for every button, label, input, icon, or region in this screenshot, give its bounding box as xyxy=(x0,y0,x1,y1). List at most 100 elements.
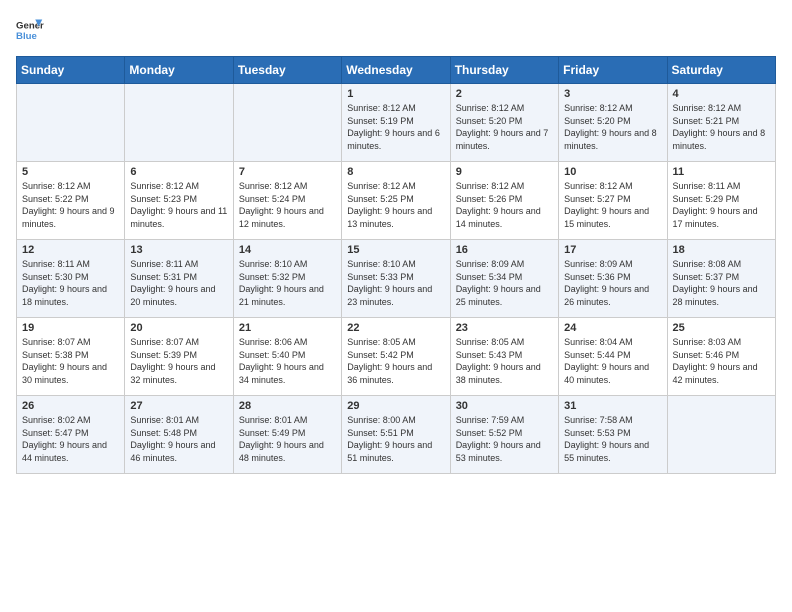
day-number: 2 xyxy=(456,88,553,100)
weekday-header: Thursday xyxy=(450,57,558,84)
calendar-cell: 25 Sunrise: 8:03 AMSunset: 5:46 PMDayligh… xyxy=(667,318,775,396)
day-number: 23 xyxy=(456,322,553,334)
calendar-cell: 7Sunrise: 8:12 AMSunset: 5:24 PMDaylight… xyxy=(233,162,341,240)
day-number: 31 xyxy=(564,400,661,412)
calendar-cell: 9Sunrise: 8:12 AMSunset: 5:26 PMDaylight… xyxy=(450,162,558,240)
calendar-cell: 30Sunrise: 7:59 AMSunset: 5:52 PMDayligh… xyxy=(450,396,558,474)
day-number: 6 xyxy=(130,166,227,178)
calendar-cell: 15 Sunrise: 8:10 AMSunset: 5:33 PMDayligh… xyxy=(342,240,450,318)
day-number: 7 xyxy=(239,166,336,178)
weekday-header: Tuesday xyxy=(233,57,341,84)
weekday-header: Sunday xyxy=(17,57,125,84)
day-number: 21 xyxy=(239,322,336,334)
calendar-cell xyxy=(667,396,775,474)
day-number: 13 xyxy=(130,244,227,256)
calendar-cell: 17 Sunrise: 8:09 AMSunset: 5:36 PMDayligh… xyxy=(559,240,667,318)
calendar-cell: 14 Sunrise: 8:10 AMSunset: 5:32 PMDayligh… xyxy=(233,240,341,318)
day-info: Sunrise: 8:12 AMSunset: 5:27 PMDaylight:… xyxy=(564,180,661,230)
day-number: 27 xyxy=(130,400,227,412)
day-info: Sunrise: 8:02 AMSunset: 5:47 PMDaylight:… xyxy=(22,414,119,464)
logo: General Blue xyxy=(16,16,44,44)
day-info: Sunrise: 8:06 AMSunset: 5:40 PMDaylight:… xyxy=(239,336,336,386)
day-number: 17 xyxy=(564,244,661,256)
day-info: Sunrise: 8:12 AMSunset: 5:22 PMDaylight:… xyxy=(22,180,119,230)
day-number: 19 xyxy=(22,322,119,334)
calendar-cell: 27 Sunrise: 8:01 AMSunset: 5:48 PMDayligh… xyxy=(125,396,233,474)
day-info: Sunrise: 8:07 AMSunset: 5:38 PMDaylight:… xyxy=(22,336,119,386)
calendar-cell: 5 Sunrise: 8:12 AMSunset: 5:22 PMDaylight… xyxy=(17,162,125,240)
weekday-header: Monday xyxy=(125,57,233,84)
header: General Blue xyxy=(16,16,776,44)
calendar-cell: 10 Sunrise: 8:12 AMSunset: 5:27 PMDayligh… xyxy=(559,162,667,240)
calendar-cell: 29Sunrise: 8:00 AMSunset: 5:51 PMDayligh… xyxy=(342,396,450,474)
day-info: Sunrise: 8:01 AMSunset: 5:48 PMDaylight:… xyxy=(130,414,227,464)
day-number: 28 xyxy=(239,400,336,412)
calendar-cell: 13 Sunrise: 8:11 AMSunset: 5:31 PMDayligh… xyxy=(125,240,233,318)
day-info: Sunrise: 8:11 AMSunset: 5:31 PMDaylight:… xyxy=(130,258,227,308)
day-info: Sunrise: 8:10 AMSunset: 5:33 PMDaylight:… xyxy=(347,258,444,308)
day-info: Sunrise: 8:03 AMSunset: 5:46 PMDaylight:… xyxy=(673,336,770,386)
calendar-cell: 20Sunrise: 8:07 AMSunset: 5:39 PMDayligh… xyxy=(125,318,233,396)
day-number: 25 xyxy=(673,322,770,334)
calendar-cell: 23 Sunrise: 8:05 AMSunset: 5:43 PMDayligh… xyxy=(450,318,558,396)
day-info: Sunrise: 8:09 AMSunset: 5:34 PMDaylight:… xyxy=(456,258,553,308)
calendar-cell: 16 Sunrise: 8:09 AMSunset: 5:34 PMDayligh… xyxy=(450,240,558,318)
day-info: Sunrise: 7:59 AMSunset: 5:52 PMDaylight:… xyxy=(456,414,553,464)
day-number: 8 xyxy=(347,166,444,178)
calendar-cell: 1Sunrise: 8:12 AMSunset: 5:19 PMDaylight… xyxy=(342,84,450,162)
day-info: Sunrise: 8:09 AMSunset: 5:36 PMDaylight:… xyxy=(564,258,661,308)
calendar-cell xyxy=(233,84,341,162)
weekday-header: Friday xyxy=(559,57,667,84)
calendar-week-row: 19 Sunrise: 8:07 AMSunset: 5:38 PMDayligh… xyxy=(17,318,776,396)
day-info: Sunrise: 8:08 AMSunset: 5:37 PMDaylight:… xyxy=(673,258,770,308)
day-number: 18 xyxy=(673,244,770,256)
day-number: 9 xyxy=(456,166,553,178)
day-info: Sunrise: 8:12 AMSunset: 5:20 PMDaylight:… xyxy=(564,102,661,152)
day-info: Sunrise: 8:05 AMSunset: 5:43 PMDaylight:… xyxy=(456,336,553,386)
day-number: 11 xyxy=(673,166,770,178)
calendar-cell: 31 Sunrise: 7:58 AMSunset: 5:53 PMDayligh… xyxy=(559,396,667,474)
calendar-cell: 21 Sunrise: 8:06 AMSunset: 5:40 PMDayligh… xyxy=(233,318,341,396)
day-info: Sunrise: 8:12 AMSunset: 5:20 PMDaylight:… xyxy=(456,102,553,152)
calendar-cell: 28 Sunrise: 8:01 AMSunset: 5:49 PMDayligh… xyxy=(233,396,341,474)
day-number: 10 xyxy=(564,166,661,178)
calendar-cell: 4 Sunrise: 8:12 AMSunset: 5:21 PMDaylight… xyxy=(667,84,775,162)
calendar: SundayMondayTuesdayWednesdayThursdayFrid… xyxy=(16,56,776,474)
day-info: Sunrise: 8:12 AMSunset: 5:21 PMDaylight:… xyxy=(673,102,770,152)
day-number: 4 xyxy=(673,88,770,100)
calendar-cell: 6 Sunrise: 8:12 AMSunset: 5:23 PMDaylight… xyxy=(125,162,233,240)
day-number: 16 xyxy=(456,244,553,256)
day-info: Sunrise: 8:07 AMSunset: 5:39 PMDaylight:… xyxy=(130,336,227,386)
day-info: Sunrise: 8:11 AMSunset: 5:29 PMDaylight:… xyxy=(673,180,770,230)
day-info: Sunrise: 8:01 AMSunset: 5:49 PMDaylight:… xyxy=(239,414,336,464)
calendar-cell: 22 Sunrise: 8:05 AMSunset: 5:42 PMDayligh… xyxy=(342,318,450,396)
day-info: Sunrise: 8:04 AMSunset: 5:44 PMDaylight:… xyxy=(564,336,661,386)
logo-icon: General Blue xyxy=(16,16,44,44)
day-info: Sunrise: 8:12 AMSunset: 5:19 PMDaylight:… xyxy=(347,102,444,152)
day-number: 24 xyxy=(564,322,661,334)
day-info: Sunrise: 7:58 AMSunset: 5:53 PMDaylight:… xyxy=(564,414,661,464)
day-info: Sunrise: 8:05 AMSunset: 5:42 PMDaylight:… xyxy=(347,336,444,386)
calendar-cell xyxy=(125,84,233,162)
day-number: 3 xyxy=(564,88,661,100)
weekday-header-row: SundayMondayTuesdayWednesdayThursdayFrid… xyxy=(17,57,776,84)
day-number: 29 xyxy=(347,400,444,412)
day-info: Sunrise: 8:12 AMSunset: 5:23 PMDaylight:… xyxy=(130,180,227,230)
day-info: Sunrise: 8:12 AMSunset: 5:25 PMDaylight:… xyxy=(347,180,444,230)
calendar-week-row: 26 Sunrise: 8:02 AMSunset: 5:47 PMDayligh… xyxy=(17,396,776,474)
calendar-cell: 11 Sunrise: 8:11 AMSunset: 5:29 PMDayligh… xyxy=(667,162,775,240)
day-number: 14 xyxy=(239,244,336,256)
calendar-week-row: 12Sunrise: 8:11 AMSunset: 5:30 PMDayligh… xyxy=(17,240,776,318)
day-number: 26 xyxy=(22,400,119,412)
calendar-cell: 2 Sunrise: 8:12 AMSunset: 5:20 PMDaylight… xyxy=(450,84,558,162)
calendar-week-row: 5 Sunrise: 8:12 AMSunset: 5:22 PMDaylight… xyxy=(17,162,776,240)
day-info: Sunrise: 8:10 AMSunset: 5:32 PMDaylight:… xyxy=(239,258,336,308)
day-number: 22 xyxy=(347,322,444,334)
weekday-header: Saturday xyxy=(667,57,775,84)
calendar-cell: 3 Sunrise: 8:12 AMSunset: 5:20 PMDaylight… xyxy=(559,84,667,162)
svg-text:Blue: Blue xyxy=(16,31,37,42)
calendar-cell xyxy=(17,84,125,162)
day-number: 5 xyxy=(22,166,119,178)
calendar-cell: 26 Sunrise: 8:02 AMSunset: 5:47 PMDayligh… xyxy=(17,396,125,474)
day-number: 15 xyxy=(347,244,444,256)
